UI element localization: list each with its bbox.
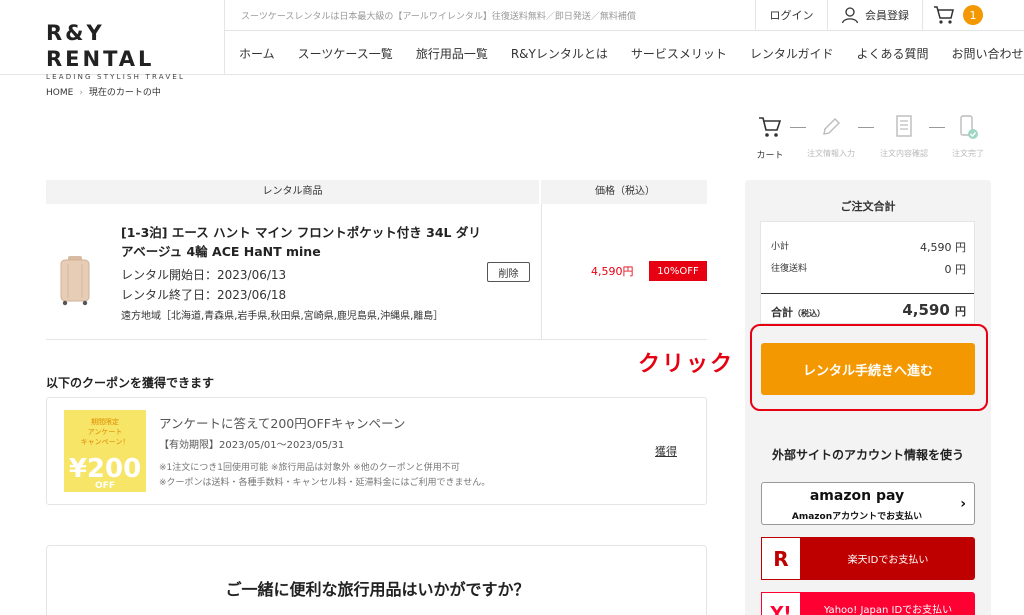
total-label: 合計	[771, 306, 793, 319]
nav-item-contact[interactable]: お問い合わせ	[952, 45, 1024, 62]
cart-icon	[759, 117, 782, 137]
external-account-title: 外部サイトのアカウント情報を使う	[771, 448, 964, 462]
nav-item-suitcases[interactable]: スーツケース一覧	[298, 45, 393, 62]
coupon-get-link[interactable]: 獲得	[655, 443, 677, 459]
rakuten-icon: R	[761, 537, 801, 580]
coupon-image-line: 期間限定	[91, 418, 119, 426]
rental-end-date: レンタル終了日：2023/06/18	[121, 288, 287, 302]
step-connector	[858, 127, 874, 128]
breadcrumb-separator: ›	[79, 88, 83, 98]
col-header-price: 価格（税込）	[595, 186, 655, 197]
shipping-value: 0 円	[944, 263, 967, 276]
rakuten-pay-button[interactable]: R 楽天IDでお支払い	[761, 537, 975, 580]
yahoo-pay-button[interactable]: Y! Yahoo! Japan IDでお支払い	[761, 592, 975, 615]
coupon-note: ※1注文につき1回使用可能 ※旅行用品は対象外 ※他のクーポンと併用不可	[159, 463, 460, 473]
phone-check-icon	[960, 115, 978, 139]
step-confirm: 注文内容確認	[876, 113, 932, 159]
summary-divider	[761, 293, 974, 294]
register-label: 会員登録	[865, 9, 909, 22]
main-nav: ホーム スーツケース一覧 旅行用品一覧 R&Yレンタルとは サービスメリット レ…	[224, 31, 1024, 75]
col-header-product: レンタル商品	[46, 180, 541, 204]
summary-title: ご注文合計	[840, 200, 896, 213]
coupon-image: 期間限定 アンケート キャンペーン！ ¥200 OFF	[64, 410, 146, 492]
coupon-note: ※クーポンは送料・各種手数料・キャンセル料・延滞料金にはご利用できません。	[159, 478, 491, 488]
step-complete: 注文完了	[940, 113, 996, 159]
register-link[interactable]: 会員登録	[827, 0, 922, 31]
amazon-pay-label: Amazonアカウントでお支払い	[791, 512, 923, 522]
tagline: スーツケースレンタルは日本最大級の【アールワイレンタル】往復送料無料／即日発送／…	[241, 12, 636, 22]
rental-start-date: レンタル開始日：2023/06/13	[121, 268, 287, 282]
coupon-card: 期間限定 アンケート キャンペーン！ ¥200 OFF アンケートに答えて200…	[46, 397, 707, 505]
total-tax-note: （税込）	[793, 309, 825, 318]
nav-item-guide[interactable]: レンタルガイド	[750, 45, 834, 62]
click-annotation: クリック	[638, 352, 735, 377]
total-row: 合計（税込） 4,590 円	[771, 301, 966, 320]
login-link[interactable]: ログイン	[755, 0, 827, 31]
logo-sub-text: LEADING STYLISH TRAVEL	[46, 73, 186, 81]
coupon-image-line: アンケート	[87, 428, 123, 436]
site-header: R&Y RENTAL LEADING STYLISH TRAVEL スーツケース…	[0, 0, 1024, 81]
cart-count-badge: 1	[963, 5, 983, 25]
nav-item-faq[interactable]: よくある質問	[857, 45, 929, 62]
chevron-right-icon: ›	[960, 496, 966, 512]
proceed-rental-button[interactable]: レンタル手続きへ進む	[761, 343, 975, 395]
item-price: 4,590円	[591, 265, 634, 278]
cart-icon	[934, 6, 954, 24]
site-logo[interactable]: R&Y RENTAL LEADING STYLISH TRAVEL	[46, 20, 196, 81]
total-value: 4,590	[902, 301, 950, 319]
coupon-image-amount: ¥200	[68, 454, 142, 484]
step-cart-label: カート	[756, 151, 784, 161]
breadcrumb-current: 現在のカートの中	[88, 88, 161, 98]
breadcrumb: HOME › 現在のカートの中	[46, 85, 161, 98]
breadcrumb-home[interactable]: HOME	[46, 88, 73, 98]
subtotal-value: 4,590 円	[920, 241, 966, 254]
suggest-section: ご一緒に便利な旅行用品はいかがですか？	[46, 545, 707, 615]
coupon-image-off: OFF	[95, 481, 115, 491]
coupon-section-title: 以下のクーポンを獲得できます	[46, 376, 215, 390]
suitcase-image[interactable]	[58, 256, 92, 306]
amazon-pay-button[interactable]: amazon pay Amazonアカウントでお支払い ›	[761, 482, 975, 525]
header-cart-button[interactable]: 1	[922, 0, 1024, 31]
subtotal-row: 小計 4,590 円	[771, 239, 966, 254]
discount-badge: 10%OFF	[649, 261, 707, 281]
receipt-icon	[896, 115, 912, 137]
yahoo-pay-label: Yahoo! Japan IDでお支払い	[823, 604, 953, 615]
step-info-label: 注文情報入力	[807, 149, 855, 158]
nav-item-about[interactable]: R&Yレンタルとは	[511, 45, 608, 62]
coupon-period: 【有効期限】2023/05/01～2023/05/31	[159, 440, 345, 451]
subtotal-label: 小計	[771, 242, 790, 252]
user-icon	[841, 7, 859, 24]
remote-area-note: 遠方地域［北海道,青森県,岩手県,秋田県,宮崎県,鹿児島県,沖縄県,離島］	[121, 311, 444, 322]
step-info: 注文情報入力	[803, 113, 859, 159]
step-complete-label: 注文完了	[952, 149, 984, 158]
suggest-title: ご一緒に便利な旅行用品はいかがですか？	[225, 580, 530, 599]
summary-box: 小計 4,590 円 往復送料 0 円 合計（税込） 4,590 円	[760, 221, 975, 324]
cart-item-row: [1-3泊] エース ハント マイン フロントポケット付き 34L ダリアベージ…	[46, 204, 707, 340]
amazon-pay-logo: amazon pay	[809, 488, 905, 504]
step-cart: カート	[742, 113, 798, 161]
cart-table-header: レンタル商品 価格（税込）	[46, 180, 707, 204]
coupon-name: アンケートに答えて200円OFFキャンペーン	[159, 416, 406, 431]
checkout-steps: カート 注文情報入力 注文内容確認 注文完了	[750, 113, 990, 163]
pencil-icon	[823, 118, 840, 135]
shipping-label: 往復送料	[771, 264, 808, 274]
nav-item-merits[interactable]: サービスメリット	[631, 45, 727, 62]
yahoo-icon: Y!	[761, 592, 801, 615]
nav-item-travel-goods[interactable]: 旅行用品一覧	[416, 45, 488, 62]
delete-button[interactable]: 削除	[487, 262, 530, 282]
order-summary-sidebar: ご注文合計 小計 4,590 円 往復送料 0 円 合計（税込） 4,590 円…	[745, 180, 991, 615]
coupon-image-line: キャンペーン！	[80, 438, 130, 446]
tagline-bar: スーツケースレンタルは日本最大級の【アールワイレンタル】往復送料無料／即日発送／…	[224, 0, 755, 31]
product-name[interactable]: [1-3泊] エース ハント マイン フロントポケット付き 34L ダリアベージ…	[121, 223, 491, 261]
rakuten-pay-label: 楽天IDでお支払い	[847, 555, 929, 566]
column-divider	[541, 204, 542, 340]
logo-main-text: R&Y RENTAL	[46, 21, 155, 71]
shipping-row: 往復送料 0 円	[771, 261, 967, 276]
total-unit: 円	[955, 305, 966, 318]
nav-item-home[interactable]: ホーム	[239, 45, 275, 62]
step-confirm-label: 注文内容確認	[880, 149, 928, 158]
